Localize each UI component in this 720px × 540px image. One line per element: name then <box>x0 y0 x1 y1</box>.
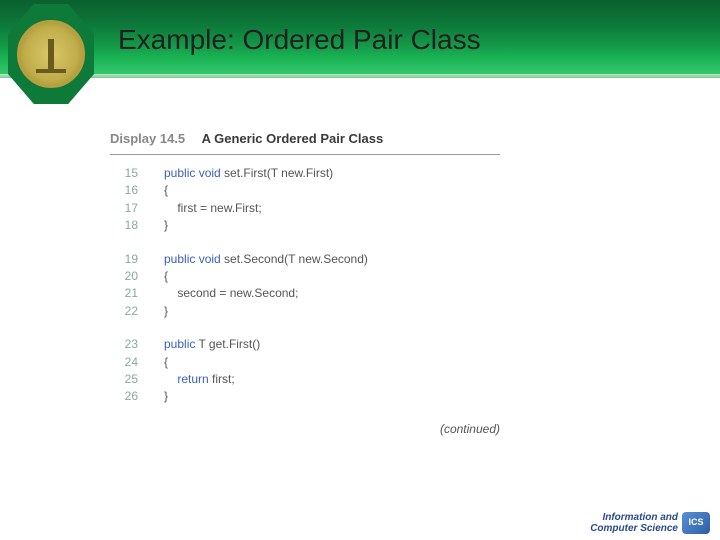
code-text: } <box>164 303 168 320</box>
code-line: 17 first = new.First; <box>110 200 550 217</box>
code-text: return first; <box>164 371 235 388</box>
content-area: Display 14.5 A Generic Ordered Pair Clas… <box>110 130 550 436</box>
keyword: public void <box>164 166 221 180</box>
code-line: 20 { <box>110 268 550 285</box>
header-band: Example: Ordered Pair Class <box>0 0 720 78</box>
title-rule <box>110 154 500 155</box>
code-line: 19 public void set.Second(T new.Second) <box>110 251 550 268</box>
line-number: 24 <box>110 354 138 371</box>
code-line: 26} <box>110 388 550 405</box>
code-text: public void set.Second(T new.Second) <box>164 251 368 268</box>
slide-title: Example: Ordered Pair Class <box>118 24 481 56</box>
keyword: public <box>164 337 195 351</box>
code-line: 23 public T get.First() <box>110 336 550 353</box>
logo-octagon-icon <box>8 4 94 104</box>
line-number: 15 <box>110 165 138 182</box>
code-line: 16 { <box>110 182 550 199</box>
continued-label: (continued) <box>110 422 500 436</box>
code-block: 15 public void set.First(T new.First) 16 {1… <box>110 165 550 406</box>
footer-logo: Information and Computer Science ICS <box>590 512 710 534</box>
code-group: 19public void set.Second(T new.Second)20… <box>110 251 550 321</box>
line-number: 26 <box>110 388 138 405</box>
keyword: public void <box>164 252 221 266</box>
line-number: 20 <box>110 268 138 285</box>
keyword: return <box>164 372 209 386</box>
line-number: 21 <box>110 285 138 302</box>
display-title: A Generic Ordered Pair Class <box>202 131 384 146</box>
code-group: 15 public void set.First(T new.First) 16 {1… <box>110 165 550 235</box>
code-line: 22} <box>110 303 550 320</box>
code-group: 23 public T get.First() 24 {25 return first… <box>110 336 550 406</box>
logo-tower-icon <box>48 39 54 69</box>
code-line: 21 second = new.Second; <box>110 285 550 302</box>
code-line: 25 return first; <box>110 371 550 388</box>
display-label: Display 14.5 <box>110 131 185 146</box>
line-number: 16 <box>110 182 138 199</box>
footer-line1: Information and <box>590 512 678 523</box>
code-text: public T get.First() <box>164 336 260 353</box>
code-text: second = new.Second; <box>164 285 298 302</box>
code-text: public void set.First(T new.First) <box>164 165 333 182</box>
line-number: 18 <box>110 217 138 234</box>
line-number: 17 <box>110 200 138 217</box>
code-line: 15 public void set.First(T new.First) <box>110 165 550 182</box>
code-text: } <box>164 217 168 234</box>
code-text: { <box>164 268 168 285</box>
code-text: { <box>164 354 168 371</box>
footer-text: Information and Computer Science <box>590 512 678 534</box>
code-text: { <box>164 182 168 199</box>
footer-line2: Computer Science <box>590 523 678 534</box>
line-number: 22 <box>110 303 138 320</box>
line-number: 25 <box>110 371 138 388</box>
code-line: 24 { <box>110 354 550 371</box>
display-heading: Display 14.5 A Generic Ordered Pair Clas… <box>110 130 550 148</box>
header-accent <box>0 74 720 78</box>
logo-seal-icon <box>17 20 85 88</box>
code-text: } <box>164 388 168 405</box>
code-text: first = new.First; <box>164 200 262 217</box>
code-line: 18} <box>110 217 550 234</box>
university-logo <box>8 4 94 104</box>
footer-badge-icon: ICS <box>682 512 710 534</box>
line-number: 23 <box>110 336 138 353</box>
line-number: 19 <box>110 251 138 268</box>
